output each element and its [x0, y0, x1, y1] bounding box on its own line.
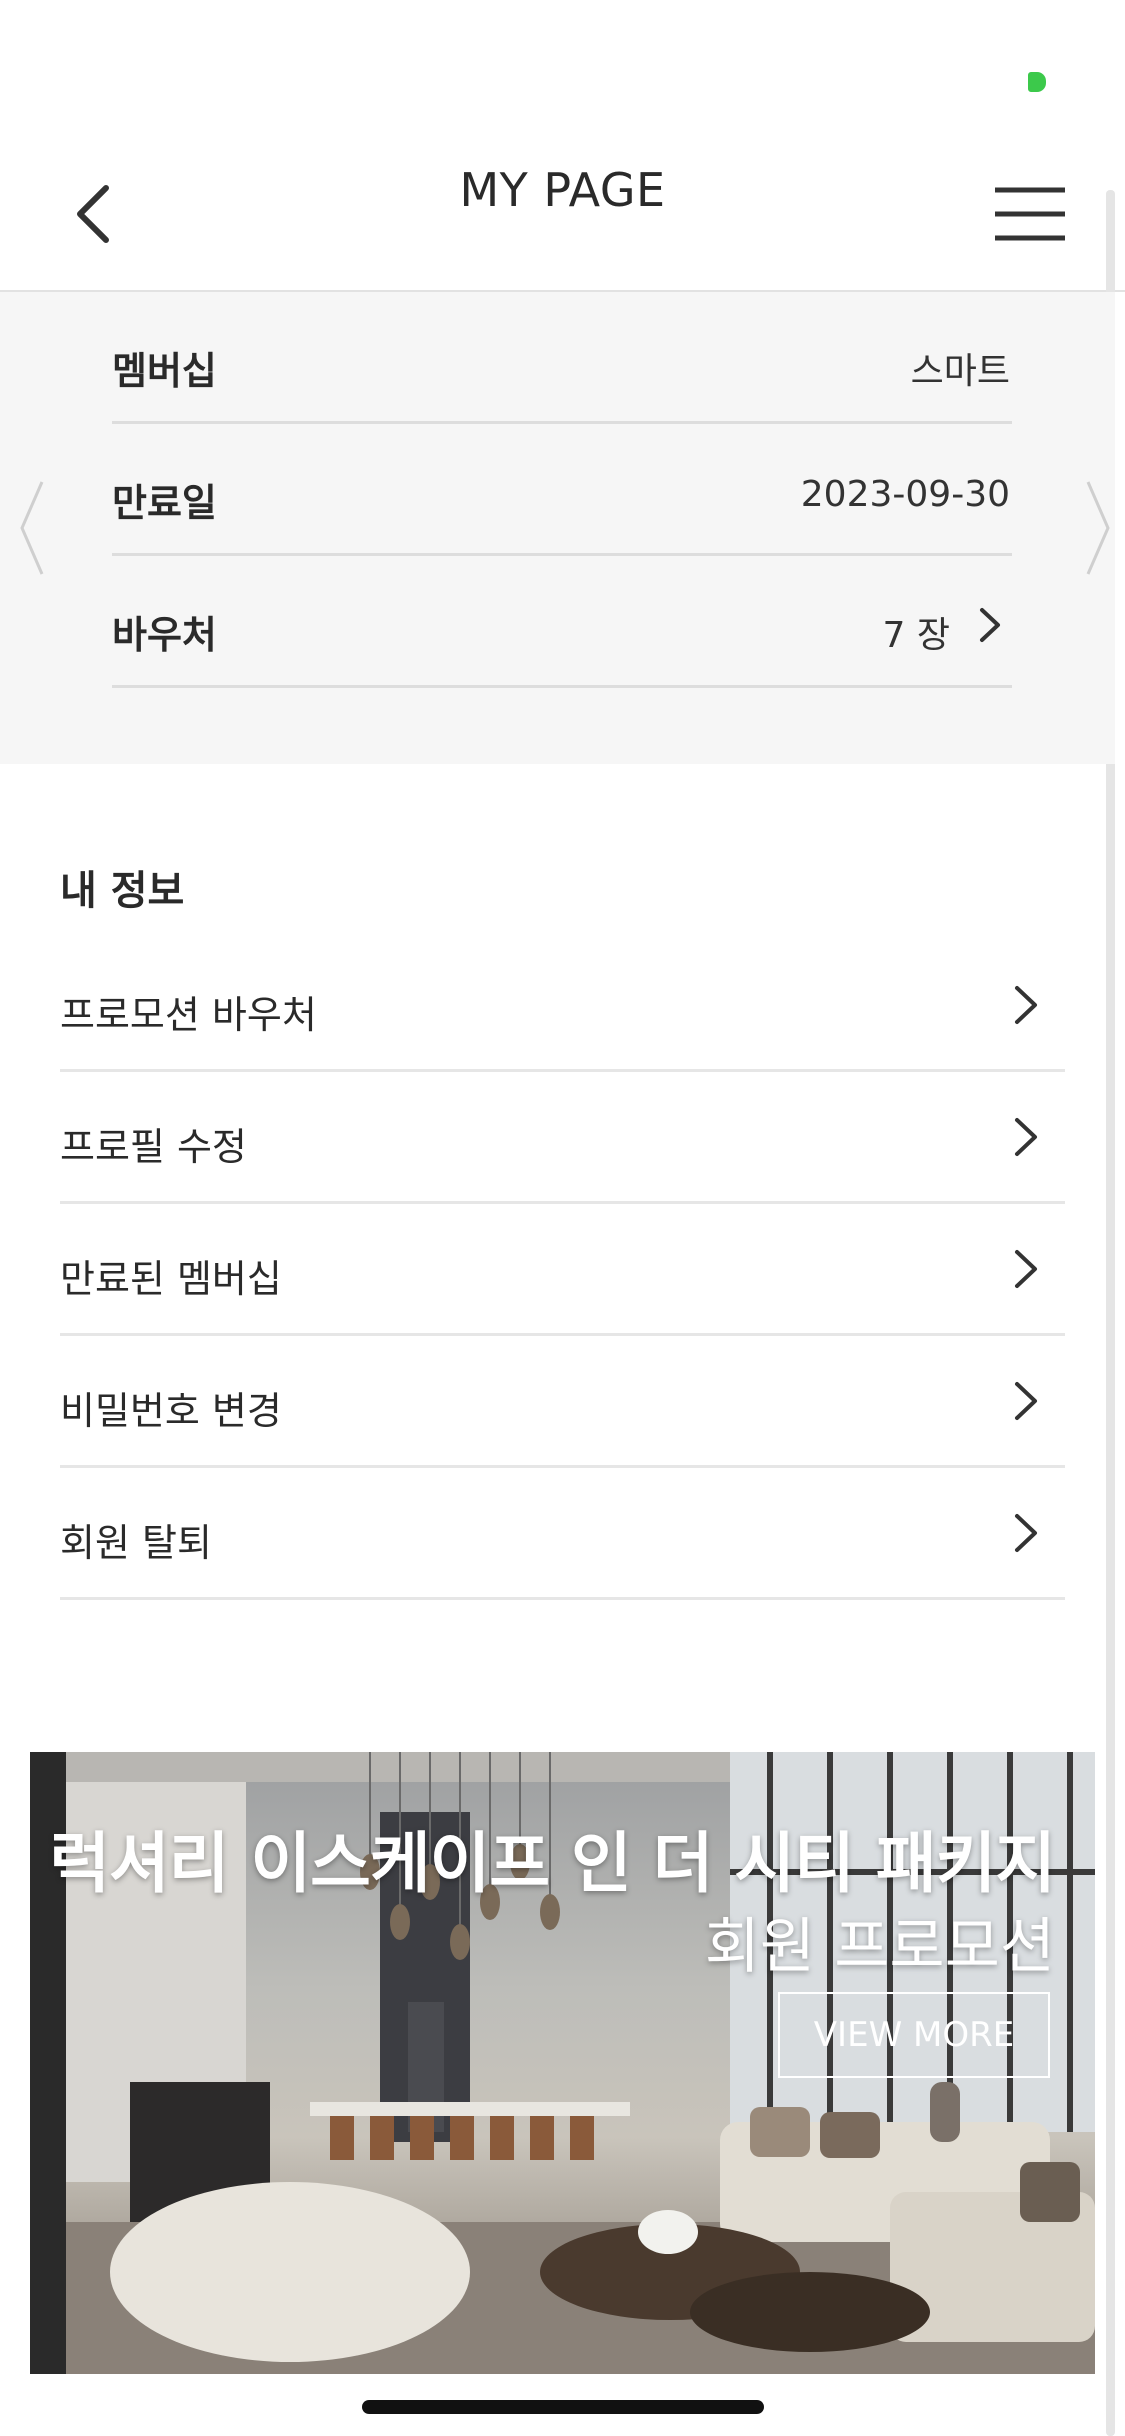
menu-item-change-password[interactable]: 비밀번호 변경 — [60, 1336, 1065, 1468]
page-title-text: MY PAGE — [459, 163, 666, 217]
promo-title: 럭셔리 이스케이프 인 더 시티 패키지 — [49, 1825, 1056, 1902]
home-indicator[interactable] — [362, 2400, 764, 2414]
menu-item-label: 비밀번호 변경 — [60, 1389, 282, 1433]
header: MY PAGE — [0, 140, 1125, 292]
menu-item-label: 회원 탈퇴 — [60, 1521, 212, 1565]
chevron-right-icon — [1015, 1118, 1037, 1156]
chevron-right-icon — [1015, 1382, 1037, 1420]
menu-item-label: 프로필 수정 — [60, 1125, 247, 1169]
chevron-left-icon — [77, 185, 109, 243]
voucher-row[interactable]: 바우처 7 장 — [112, 556, 1012, 688]
chevron-right-icon — [1015, 1514, 1037, 1552]
membership-value: 스마트 — [910, 351, 1010, 392]
battery-icon — [1028, 72, 1046, 92]
menu-item-label: 만료된 멤버십 — [60, 1257, 282, 1301]
voucher-label: 바우처 — [112, 613, 217, 657]
my-info-title: 내 정보 — [60, 868, 185, 914]
menu-item-expired-membership[interactable]: 만료된 멤버십 — [60, 1204, 1065, 1336]
membership-row: 멤버십 스마트 — [112, 292, 1012, 424]
voucher-count[interactable]: 7 장 — [883, 606, 950, 658]
menu-item-withdraw[interactable]: 회원 탈퇴 — [60, 1468, 1065, 1600]
membership-label: 멤버십 — [112, 349, 217, 393]
membership-card: 멤버십 스마트 만료일 2023-09-30 바우처 7 장 — [0, 292, 1115, 764]
expiry-value: 2023-09-30 — [800, 474, 1010, 515]
chevron-right-icon[interactable] — [972, 600, 1008, 650]
promo-banner[interactable]: 럭셔리 이스케이프 인 더 시티 패키지 회원 프로모션 VIEW MORE — [30, 1752, 1095, 2374]
status-bar — [0, 0, 1125, 140]
my-info-list: 프로모션 바우처 프로필 수정 만료된 멤버십 비밀번호 변경 회원 탈퇴 — [60, 940, 1065, 1600]
view-more-button[interactable]: VIEW MORE — [778, 1992, 1050, 2078]
back-button[interactable] — [60, 162, 130, 262]
carousel-next-icon[interactable] — [1080, 478, 1114, 578]
my-page-screen: MY PAGE 멤버십 스마트 만료일 2023-09-30 바우처 7 장 내… — [0, 0, 1125, 2436]
expiry-row: 만료일 2023-09-30 — [112, 424, 1012, 556]
menu-item-label: 프로모션 바우처 — [60, 993, 317, 1037]
chevron-right-icon — [1015, 1250, 1037, 1288]
hamburger-menu-icon — [995, 187, 1065, 241]
page-title: MY PAGE — [0, 140, 1125, 292]
menu-item-edit-profile[interactable]: 프로필 수정 — [60, 1072, 1065, 1204]
chevron-right-icon — [1015, 986, 1037, 1024]
carousel-prev-icon[interactable] — [16, 478, 50, 578]
promo-subtitle: 회원 프로모션 — [704, 1912, 1055, 1982]
menu-item-promotion-voucher[interactable]: 프로모션 바우처 — [60, 940, 1065, 1072]
expiry-label: 만료일 — [112, 481, 217, 525]
menu-button[interactable] — [990, 162, 1070, 262]
